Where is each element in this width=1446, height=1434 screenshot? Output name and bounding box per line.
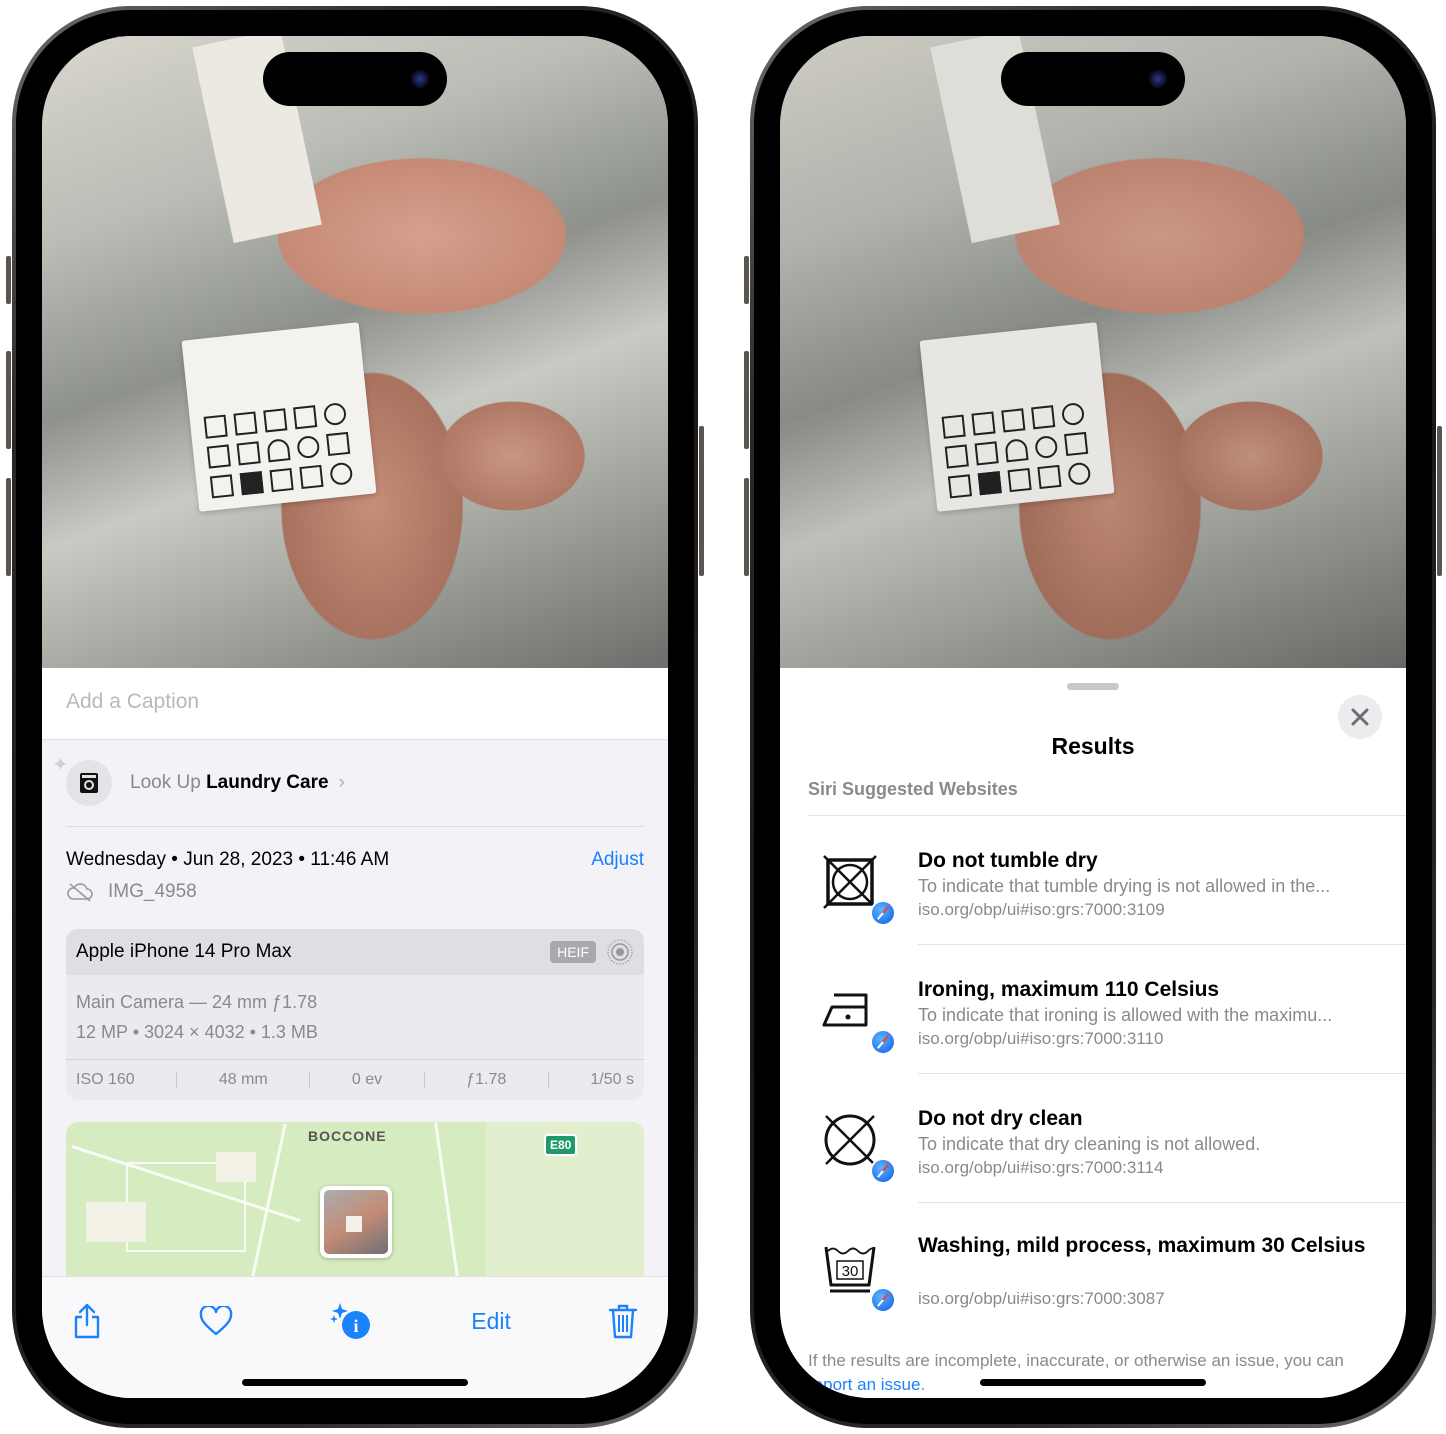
photo-location-pin[interactable] <box>320 1186 392 1258</box>
lookup-prefix: Look Up <box>130 772 201 793</box>
report-issue-link[interactable]: report an issue <box>808 1375 920 1394</box>
safari-icon <box>870 1158 896 1184</box>
result-url[interactable]: iso.org/obp/ui#iso:grs:7000:3110 <box>918 1029 1163 1049</box>
result-item[interactable]: Do not dry clean To indicate that dry cl… <box>780 1074 1406 1203</box>
exposure-stats: ISO 160 48 mm 0 ev ƒ1.78 1/50 s <box>66 1060 644 1100</box>
dynamic-island <box>263 52 447 106</box>
map-place-label: BOCCONE <box>308 1128 387 1144</box>
result-title: Washing, mild process, maximum 30 Celsiu… <box>918 1234 1366 1257</box>
footer-text: If the results are incomplete, inaccurat… <box>808 1351 1344 1370</box>
iron-low-icon <box>822 993 868 1027</box>
result-description: To indicate that dry cleaning is not all… <box>918 1134 1261 1154</box>
aperture: ƒ1.78 <box>466 1071 507 1088</box>
lookup-laundry-care-row[interactable]: ✦ Look Up Laundry Care › <box>42 740 668 826</box>
adjust-button[interactable]: Adjust <box>591 849 644 871</box>
left-phone-frame: Add a Caption ✦ Look Up Laundry Care › W… <box>6 6 704 1428</box>
result-item[interactable]: Ironing, maximum 110 Celsius To indicate… <box>780 945 1406 1074</box>
volume-up-button <box>6 351 11 449</box>
photos-info-screen: Add a Caption ✦ Look Up Laundry Care › W… <box>42 36 668 1398</box>
format-badge: HEIF <box>550 941 596 963</box>
volume-up-button <box>744 351 749 449</box>
shutter-speed: 1/50 s <box>590 1071 634 1088</box>
photo-laundry-tag[interactable] <box>780 36 1406 668</box>
svg-text:i: i <box>354 1316 359 1336</box>
info-sparkle-icon[interactable]: i <box>330 1301 374 1341</box>
wash-30-mild-icon: 30 <box>824 1246 876 1293</box>
result-description: To indicate that ironing is allowed with… <box>918 1005 1333 1025</box>
dynamic-island <box>1001 52 1185 106</box>
bottom-toolbar: i Edit <box>42 1276 668 1398</box>
sparkle-icon: ✦ <box>52 754 69 776</box>
photo-metadata: Wednesday • Jun 28, 2023 • 11:46 AM Adju… <box>42 827 668 903</box>
right-phone-frame: Results Siri Suggested Websites Do not t… <box>744 6 1442 1428</box>
live-photo-icon <box>607 939 633 965</box>
action-button <box>6 256 11 304</box>
footer-period: . <box>920 1375 926 1394</box>
do-not-dry-clean-icon <box>824 1114 876 1166</box>
result-url[interactable]: iso.org/obp/ui#iso:grs:7000:3087 <box>918 1289 1165 1309</box>
sheet-title: Results <box>1051 733 1135 759</box>
volume-down-button <box>6 478 11 576</box>
edit-button[interactable]: Edit <box>471 1308 511 1335</box>
date-time: Wednesday • Jun 28, 2023 • 11:46 AM <box>66 849 390 870</box>
report-issue-note: If the results are incomplete, inaccurat… <box>808 1349 1366 1397</box>
close-icon <box>1351 708 1369 726</box>
side-button <box>1437 426 1442 576</box>
volume-down-button <box>744 478 749 576</box>
lookup-results-screen: Results Siri Suggested Websites Do not t… <box>780 36 1406 1398</box>
result-title: Do not tumble dry <box>918 849 1098 872</box>
road-shield: E80 <box>544 1134 578 1156</box>
action-button <box>744 256 749 304</box>
wash-temp-label: 30 <box>842 1263 859 1280</box>
location-map[interactable]: BOCCONE E80 <box>66 1122 644 1292</box>
safari-icon <box>870 1029 896 1055</box>
cloud-off-icon <box>67 883 93 902</box>
filename: IMG_4958 <box>108 881 197 902</box>
result-description: To indicate that tumble drying is not al… <box>918 876 1331 896</box>
home-indicator[interactable] <box>242 1379 468 1386</box>
home-indicator[interactable] <box>980 1379 1206 1386</box>
focal-length: 48 mm <box>218 1071 268 1088</box>
device-name: Apple iPhone 14 Pro Max <box>76 941 292 962</box>
do-not-tumble-dry-icon <box>823 855 877 909</box>
care-label <box>919 322 1115 512</box>
care-label <box>181 322 377 512</box>
iso-value: ISO 160 <box>76 1071 135 1088</box>
result-url[interactable]: iso.org/obp/ui#iso:grs:7000:3109 <box>918 900 1165 920</box>
result-item[interactable]: Do not tumble dry To indicate that tumbl… <box>780 816 1406 945</box>
section-header: Siri Suggested Websites <box>808 779 1018 799</box>
caption-input[interactable]: Add a Caption <box>42 668 668 740</box>
lookup-subject: Laundry Care <box>206 772 329 793</box>
result-title: Do not dry clean <box>918 1107 1083 1130</box>
sheet-grabber[interactable] <box>1067 683 1119 690</box>
chevron-right-icon: › <box>338 772 345 793</box>
heart-icon[interactable] <box>199 1306 233 1336</box>
result-title: Ironing, maximum 110 Celsius <box>918 978 1220 1001</box>
safari-icon <box>870 1287 896 1313</box>
exposure-bias: 0 ev <box>351 1071 383 1088</box>
washing-machine-icon <box>66 760 112 806</box>
result-url[interactable]: iso.org/obp/ui#iso:grs:7000:3114 <box>918 1158 1163 1178</box>
trash-icon[interactable] <box>608 1303 638 1339</box>
camera-info-card: Apple iPhone 14 Pro Max HEIF Main Camera… <box>66 929 644 1100</box>
image-specs: 12 MP • 3024 × 4032 • 1.3 MB <box>76 1022 318 1042</box>
results-sheet: Results Siri Suggested Websites Do not t… <box>780 673 1406 1398</box>
info-panel: Add a Caption ✦ Look Up Laundry Care › W… <box>42 668 668 1398</box>
close-button[interactable] <box>1338 695 1382 739</box>
side-button <box>699 426 704 576</box>
result-item[interactable]: 30 Washing, mild process, maximum 30 Cel… <box>780 1203 1406 1353</box>
photo-laundry-tag[interactable] <box>42 36 668 668</box>
safari-icon <box>870 900 896 926</box>
share-icon[interactable] <box>72 1303 102 1339</box>
lens-info: Main Camera — 24 mm ƒ1.78 <box>76 992 318 1012</box>
